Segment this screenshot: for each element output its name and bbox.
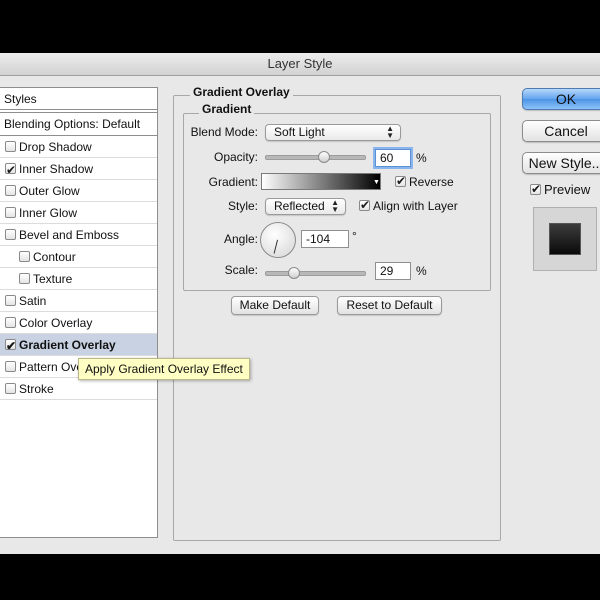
style-item-label: Gradient Overlay bbox=[19, 338, 116, 352]
layer-style-dialog: Layer Style Styles Blending Options: Def… bbox=[0, 53, 600, 554]
angle-label: Angle: bbox=[223, 232, 258, 246]
style-item-color-overlay[interactable]: Color Overlay bbox=[0, 312, 157, 334]
stroke-checkbox[interactable] bbox=[5, 383, 16, 395]
blend-mode-select[interactable]: Soft Light ▲ ▼ bbox=[265, 124, 401, 141]
style-preview bbox=[533, 207, 597, 271]
style-item-label: Stroke bbox=[19, 382, 54, 396]
preview-swatch bbox=[549, 223, 581, 255]
reverse-label: Reverse bbox=[409, 175, 454, 189]
reset-to-default-button[interactable]: Reset to Default bbox=[337, 296, 442, 315]
gradient-group-title: Gradient bbox=[199, 102, 255, 116]
reverse-checkbox[interactable]: Reverse bbox=[395, 172, 454, 191]
preview-checkbox[interactable]: Preview bbox=[530, 180, 591, 199]
align-with-layer-label: Align with Layer bbox=[373, 199, 458, 213]
pattern-overlay-checkbox[interactable] bbox=[5, 361, 16, 373]
inner-glow-checkbox[interactable] bbox=[5, 207, 16, 219]
align-with-layer-checkbox-box[interactable] bbox=[359, 196, 370, 214]
style-item-label: Texture bbox=[33, 272, 73, 286]
contour-checkbox[interactable] bbox=[19, 251, 30, 263]
style-item-outer-glow[interactable]: Outer Glow bbox=[0, 180, 157, 202]
new-style-button[interactable]: New Style... bbox=[522, 152, 600, 174]
select-arrows-icon: ▲ ▼ bbox=[386, 124, 394, 140]
scale-unit: % bbox=[416, 264, 427, 278]
style-value: Reflected bbox=[274, 199, 325, 213]
scale-label: Scale: bbox=[224, 263, 258, 277]
style-item-bevel-and-emboss[interactable]: Bevel and Emboss bbox=[0, 224, 157, 246]
align-with-layer-checkbox[interactable]: Align with Layer bbox=[359, 196, 458, 215]
style-item-inner-glow[interactable]: Inner Glow bbox=[0, 202, 157, 224]
reverse-checkbox-box[interactable] bbox=[395, 172, 406, 190]
style-item-label: Pattern Ove bbox=[19, 360, 84, 374]
style-item-label: Color Overlay bbox=[19, 316, 93, 330]
preview-checkbox-box[interactable] bbox=[530, 180, 541, 198]
style-item-label: Satin bbox=[19, 294, 47, 308]
window-title: Layer Style bbox=[0, 53, 600, 76]
style-select[interactable]: Reflected ▲ ▼ bbox=[265, 198, 346, 215]
opacity-unit: % bbox=[416, 151, 427, 165]
blending-options-item[interactable]: Blending Options: Default bbox=[0, 112, 157, 136]
style-label: Style: bbox=[227, 199, 258, 213]
preview-label: Preview bbox=[544, 182, 591, 197]
gradient-overlay-title: Gradient Overlay bbox=[190, 85, 293, 99]
style-item-drop-shadow[interactable]: Drop Shadow bbox=[0, 136, 157, 158]
style-item-contour[interactable]: Contour bbox=[0, 246, 157, 268]
texture-checkbox[interactable] bbox=[19, 273, 30, 285]
blend-mode-label: Blend Mode: bbox=[190, 125, 258, 139]
angle-unit: ° bbox=[352, 229, 357, 243]
style-item-stroke[interactable]: Stroke bbox=[0, 378, 157, 400]
gradient-dropdown-icon[interactable]: ▼ bbox=[373, 179, 380, 186]
style-item-label: Contour bbox=[33, 250, 76, 264]
style-item-gradient-overlay[interactable]: Gradient Overlay bbox=[0, 334, 157, 357]
styles-list-header[interactable]: Styles bbox=[0, 88, 157, 110]
scale-slider-thumb[interactable] bbox=[287, 267, 300, 279]
ok-button[interactable]: OK bbox=[522, 88, 600, 110]
angle-dial[interactable] bbox=[260, 222, 296, 258]
angle-input[interactable]: -104 bbox=[301, 230, 349, 248]
scale-slider-track[interactable] bbox=[265, 271, 366, 276]
tooltip: Apply Gradient Overlay Effect bbox=[78, 358, 250, 380]
style-item-texture[interactable]: Texture bbox=[0, 268, 157, 290]
inner-shadow-checkbox[interactable] bbox=[5, 159, 16, 181]
cancel-button[interactable]: Cancel bbox=[522, 120, 600, 142]
opacity-input[interactable]: 60 bbox=[375, 149, 411, 167]
opacity-slider-track[interactable] bbox=[265, 155, 366, 160]
style-item-inner-shadow[interactable]: Inner Shadow bbox=[0, 158, 157, 181]
style-item-label: Inner Shadow bbox=[19, 162, 94, 176]
satin-checkbox[interactable] bbox=[5, 295, 16, 307]
style-item-label: Inner Glow bbox=[19, 206, 78, 220]
blend-mode-value: Soft Light bbox=[274, 125, 325, 139]
make-default-button[interactable]: Make Default bbox=[231, 296, 319, 315]
angle-needle bbox=[273, 239, 278, 254]
color-overlay-checkbox[interactable] bbox=[5, 317, 16, 329]
scale-input[interactable]: 29 bbox=[375, 262, 411, 280]
gradient-picker[interactable] bbox=[261, 173, 381, 190]
bevel-and-emboss-checkbox[interactable] bbox=[5, 229, 16, 241]
style-item-satin[interactable]: Satin bbox=[0, 290, 157, 312]
select-arrows-icon: ▲ ▼ bbox=[331, 198, 339, 214]
style-item-label: Outer Glow bbox=[19, 184, 80, 198]
style-item-label: Bevel and Emboss bbox=[19, 228, 120, 242]
outer-glow-checkbox[interactable] bbox=[5, 185, 16, 197]
gradient-label: Gradient: bbox=[208, 175, 258, 189]
style-item-label: Drop Shadow bbox=[19, 140, 92, 154]
drop-shadow-checkbox[interactable] bbox=[5, 141, 16, 153]
styles-list: Styles Blending Options: Default Drop Sh… bbox=[0, 87, 158, 538]
gradient-overlay-checkbox[interactable] bbox=[5, 335, 16, 357]
opacity-label: Opacity: bbox=[213, 150, 258, 164]
